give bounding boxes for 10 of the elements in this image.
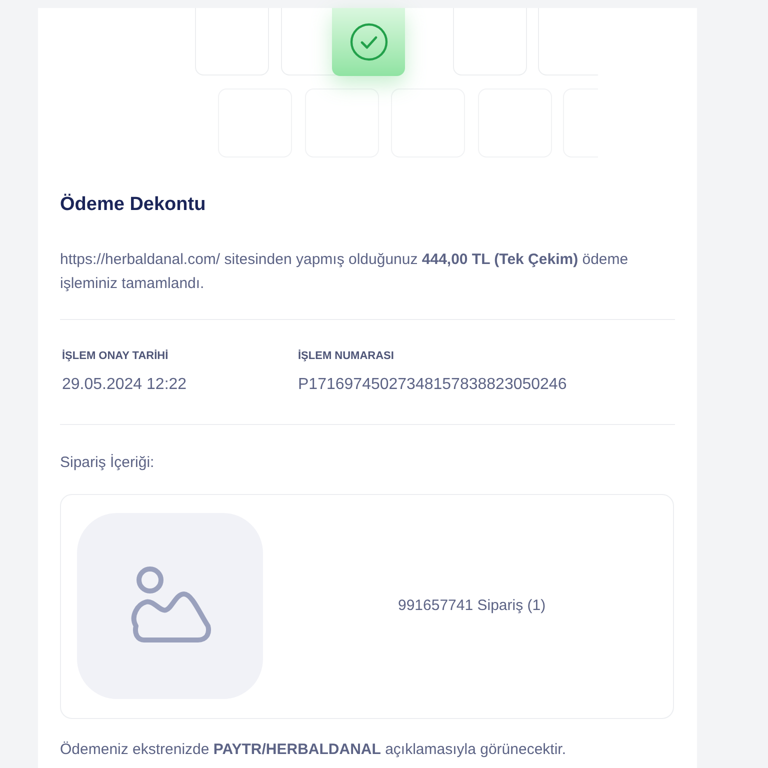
detail-value: P17169745027348157838823050246 <box>298 375 567 395</box>
check-circle-icon <box>348 22 388 62</box>
detail-value: 29.05.2024 12:22 <box>62 375 188 395</box>
detail-label: İŞLEM NUMARASI <box>298 348 395 364</box>
statement-note: Ödemeniz ekstrenizde PAYTR/HERBALDANAL açıklamasıyla görünecektir. <box>60 740 568 760</box>
order-heading: Sipariş İçeriği: <box>60 453 156 473</box>
receipt-title: Ödeme Dekontu <box>60 192 207 217</box>
detail-label: İŞLEM ONAY TARİHİ <box>62 348 170 364</box>
payment-message: https://herbaldanal.com/ sitesinden yapmış olduğunuz 444,00 TL (Tek Çekim) ödeme işleminiz tamamlandı. <box>60 250 630 294</box>
order-item-name: 991657741 Sipariş (1) <box>398 596 546 616</box>
